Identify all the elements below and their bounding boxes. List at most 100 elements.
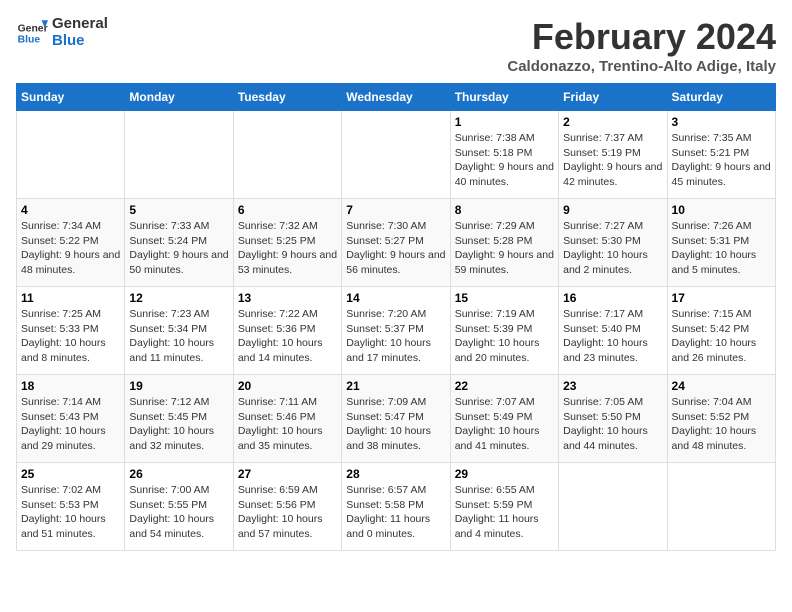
day-number: 23 — [563, 379, 662, 393]
weekday-header-thursday: Thursday — [450, 84, 558, 111]
day-number: 8 — [455, 203, 554, 217]
calendar-cell — [17, 111, 125, 199]
day-info: Sunrise: 7:29 AM Sunset: 5:28 PM Dayligh… — [455, 219, 554, 278]
day-info: Sunrise: 7:12 AM Sunset: 5:45 PM Dayligh… — [129, 395, 228, 454]
calendar-cell: 14 Sunrise: 7:20 AM Sunset: 5:37 PM Dayli… — [342, 287, 450, 375]
day-number: 11 — [21, 291, 120, 305]
day-number: 29 — [455, 467, 554, 481]
calendar-cell: 4 Sunrise: 7:34 AM Sunset: 5:22 PM Daylig… — [17, 199, 125, 287]
calendar-week-row: 25Sunrise: 7:02 AM Sunset: 5:53 PM Dayli… — [17, 463, 776, 551]
day-number: 4 — [21, 203, 120, 217]
calendar-cell: 19 Sunrise: 7:12 AM Sunset: 5:45 PM Dayli… — [125, 375, 233, 463]
calendar-cell: 8 Sunrise: 7:29 AM Sunset: 5:28 PM Daylig… — [450, 199, 558, 287]
day-info: Sunrise: 7:23 AM Sunset: 5:34 PM Dayligh… — [129, 307, 228, 366]
day-info: Sunrise: 6:59 AM Sunset: 5:56 PM Dayligh… — [238, 483, 337, 542]
day-number: 19 — [129, 379, 228, 393]
day-number: 5 — [129, 203, 228, 217]
location-subtitle: Caldonazzo, Trentino-Alto Adige, Italy — [507, 58, 776, 75]
day-info: Sunrise: 7:04 AM Sunset: 5:52 PM Dayligh… — [672, 395, 771, 454]
day-info: Sunrise: 7:00 AM Sunset: 5:55 PM Dayligh… — [129, 483, 228, 542]
calendar-week-row: 18 Sunrise: 7:14 AM Sunset: 5:43 PM Dayli… — [17, 375, 776, 463]
calendar-cell: 3Sunrise: 7:35 AM Sunset: 5:21 PM Daylig… — [667, 111, 775, 199]
calendar-cell: 20 Sunrise: 7:11 AM Sunset: 5:46 PM Dayli… — [233, 375, 341, 463]
weekday-header-row: SundayMondayTuesdayWednesdayThursdayFrid… — [17, 84, 776, 111]
day-info: Sunrise: 7:09 AM Sunset: 5:47 PM Dayligh… — [346, 395, 445, 454]
weekday-header-sunday: Sunday — [17, 84, 125, 111]
logo-icon: General Blue — [16, 17, 48, 49]
day-number: 20 — [238, 379, 337, 393]
weekday-header-monday: Monday — [125, 84, 233, 111]
calendar-cell: 9Sunrise: 7:27 AM Sunset: 5:30 PM Daylig… — [559, 199, 667, 287]
day-number: 12 — [129, 291, 228, 305]
calendar-cell: 11 Sunrise: 7:25 AM Sunset: 5:33 PM Dayli… — [17, 287, 125, 375]
day-number: 1 — [455, 115, 554, 129]
calendar-cell: 10 Sunrise: 7:26 AM Sunset: 5:31 PM Dayli… — [667, 199, 775, 287]
weekday-header-saturday: Saturday — [667, 84, 775, 111]
day-info: Sunrise: 7:37 AM Sunset: 5:19 PM Dayligh… — [563, 131, 662, 190]
day-number: 17 — [672, 291, 771, 305]
day-number: 26 — [129, 467, 228, 481]
calendar-cell: 6 Sunrise: 7:32 AM Sunset: 5:25 PM Daylig… — [233, 199, 341, 287]
day-info: Sunrise: 7:26 AM Sunset: 5:31 PM Dayligh… — [672, 219, 771, 278]
calendar-table: SundayMondayTuesdayWednesdayThursdayFrid… — [16, 83, 776, 551]
calendar-cell: 21 Sunrise: 7:09 AM Sunset: 5:47 PM Dayli… — [342, 375, 450, 463]
day-info: Sunrise: 6:55 AM Sunset: 5:59 PM Dayligh… — [455, 483, 554, 542]
day-info: Sunrise: 7:15 AM Sunset: 5:42 PM Dayligh… — [672, 307, 771, 366]
title-area: February 2024 Caldonazzo, Trentino-Alto … — [507, 16, 776, 75]
day-info: Sunrise: 7:20 AM Sunset: 5:37 PM Dayligh… — [346, 307, 445, 366]
calendar-cell: 17 Sunrise: 7:15 AM Sunset: 5:42 PM Dayli… — [667, 287, 775, 375]
logo: General Blue General Blue — [16, 16, 108, 49]
day-info: Sunrise: 7:14 AM Sunset: 5:43 PM Dayligh… — [21, 395, 120, 454]
calendar-cell: 24 Sunrise: 7:04 AM Sunset: 5:52 PM Dayli… — [667, 375, 775, 463]
day-number: 10 — [672, 203, 771, 217]
day-info: Sunrise: 7:22 AM Sunset: 5:36 PM Dayligh… — [238, 307, 337, 366]
day-number: 21 — [346, 379, 445, 393]
logo-blue: Blue — [52, 33, 108, 50]
day-info: Sunrise: 7:11 AM Sunset: 5:46 PM Dayligh… — [238, 395, 337, 454]
calendar-cell: 22Sunrise: 7:07 AM Sunset: 5:49 PM Dayli… — [450, 375, 558, 463]
calendar-cell: 1 Sunrise: 7:38 AM Sunset: 5:18 PM Daylig… — [450, 111, 558, 199]
page-header: General Blue General Blue February 2024 … — [16, 16, 776, 75]
day-number: 22 — [455, 379, 554, 393]
day-info: Sunrise: 7:05 AM Sunset: 5:50 PM Dayligh… — [563, 395, 662, 454]
day-number: 24 — [672, 379, 771, 393]
day-number: 14 — [346, 291, 445, 305]
day-number: 18 — [21, 379, 120, 393]
calendar-week-row: 11 Sunrise: 7:25 AM Sunset: 5:33 PM Dayli… — [17, 287, 776, 375]
calendar-cell: 15 Sunrise: 7:19 AM Sunset: 5:39 PM Dayli… — [450, 287, 558, 375]
calendar-cell: 18 Sunrise: 7:14 AM Sunset: 5:43 PM Dayli… — [17, 375, 125, 463]
day-number: 28 — [346, 467, 445, 481]
day-number: 2 — [563, 115, 662, 129]
day-info: Sunrise: 7:35 AM Sunset: 5:21 PM Dayligh… — [672, 131, 771, 190]
calendar-cell — [559, 463, 667, 551]
calendar-week-row: 1 Sunrise: 7:38 AM Sunset: 5:18 PM Daylig… — [17, 111, 776, 199]
day-info: Sunrise: 7:34 AM Sunset: 5:22 PM Dayligh… — [21, 219, 120, 278]
calendar-cell: 26 Sunrise: 7:00 AM Sunset: 5:55 PM Dayli… — [125, 463, 233, 551]
calendar-week-row: 4 Sunrise: 7:34 AM Sunset: 5:22 PM Daylig… — [17, 199, 776, 287]
calendar-cell: 27 Sunrise: 6:59 AM Sunset: 5:56 PM Dayli… — [233, 463, 341, 551]
calendar-cell: 12 Sunrise: 7:23 AM Sunset: 5:34 PM Dayli… — [125, 287, 233, 375]
calendar-cell: 2 Sunrise: 7:37 AM Sunset: 5:19 PM Daylig… — [559, 111, 667, 199]
day-info: Sunrise: 7:19 AM Sunset: 5:39 PM Dayligh… — [455, 307, 554, 366]
weekday-header-wednesday: Wednesday — [342, 84, 450, 111]
day-info: Sunrise: 6:57 AM Sunset: 5:58 PM Dayligh… — [346, 483, 445, 542]
svg-text:Blue: Blue — [18, 34, 41, 45]
calendar-cell: 5 Sunrise: 7:33 AM Sunset: 5:24 PM Daylig… — [125, 199, 233, 287]
day-info: Sunrise: 7:27 AM Sunset: 5:30 PM Dayligh… — [563, 219, 662, 278]
calendar-cell: 23 Sunrise: 7:05 AM Sunset: 5:50 PM Dayli… — [559, 375, 667, 463]
day-info: Sunrise: 7:32 AM Sunset: 5:25 PM Dayligh… — [238, 219, 337, 278]
calendar-cell: 7Sunrise: 7:30 AM Sunset: 5:27 PM Daylig… — [342, 199, 450, 287]
calendar-header: SundayMondayTuesdayWednesdayThursdayFrid… — [17, 84, 776, 111]
day-info: Sunrise: 7:17 AM Sunset: 5:40 PM Dayligh… — [563, 307, 662, 366]
calendar-cell — [667, 463, 775, 551]
day-number: 6 — [238, 203, 337, 217]
day-number: 25 — [21, 467, 120, 481]
day-info: Sunrise: 7:25 AM Sunset: 5:33 PM Dayligh… — [21, 307, 120, 366]
day-info: Sunrise: 7:33 AM Sunset: 5:24 PM Dayligh… — [129, 219, 228, 278]
day-info: Sunrise: 7:38 AM Sunset: 5:18 PM Dayligh… — [455, 131, 554, 190]
day-number: 27 — [238, 467, 337, 481]
calendar-cell — [342, 111, 450, 199]
day-number: 15 — [455, 291, 554, 305]
calendar-cell: 29 Sunrise: 6:55 AM Sunset: 5:59 PM Dayli… — [450, 463, 558, 551]
calendar-body: 1 Sunrise: 7:38 AM Sunset: 5:18 PM Daylig… — [17, 111, 776, 551]
